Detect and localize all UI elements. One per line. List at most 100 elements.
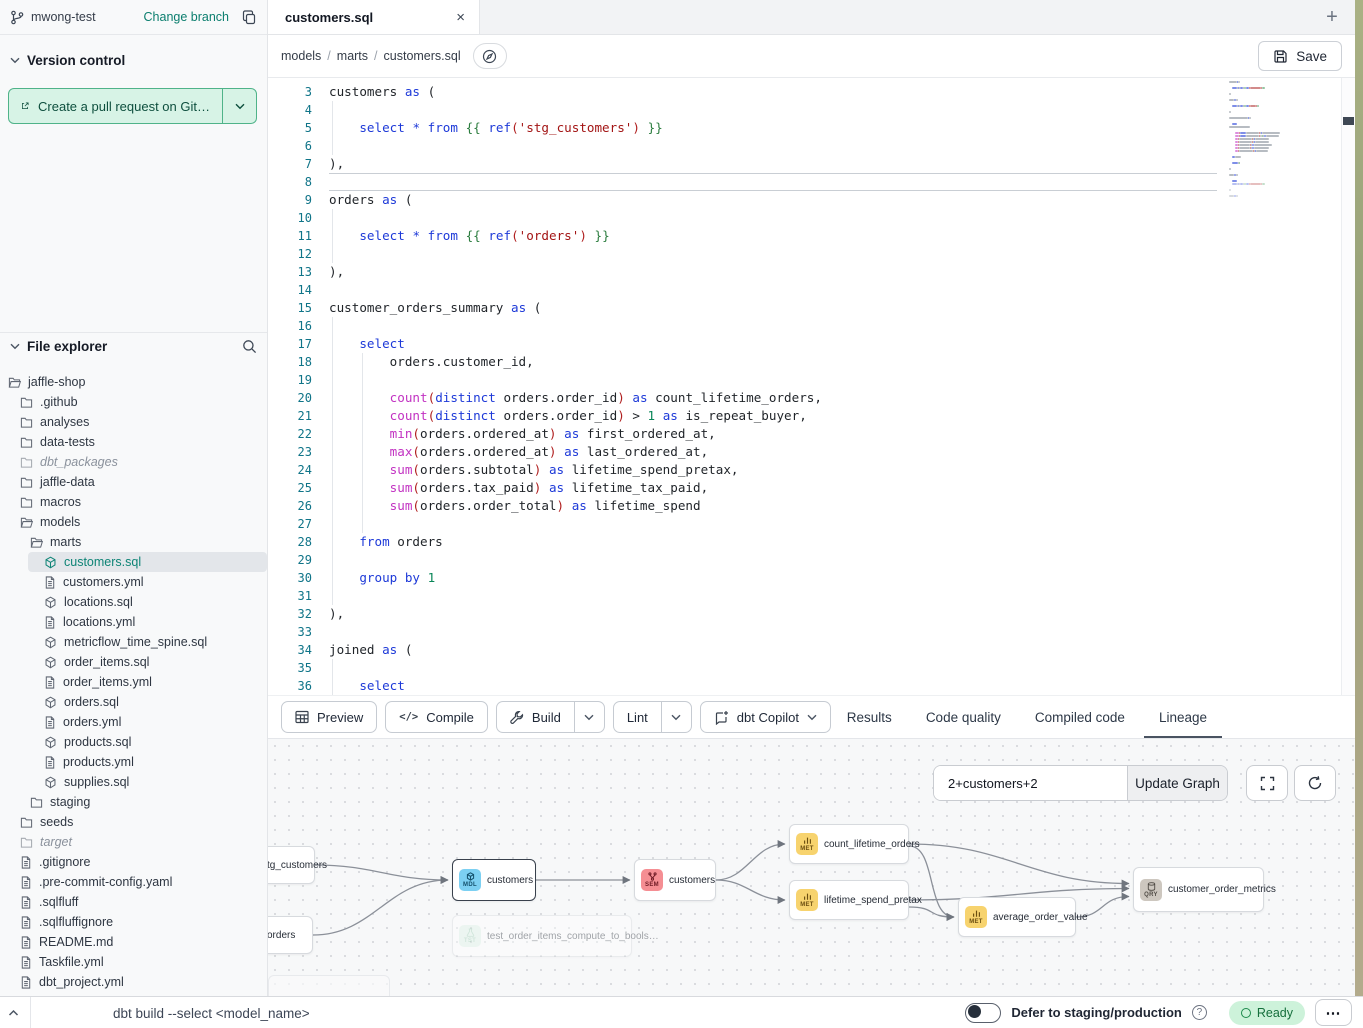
- fullscreen-button[interactable]: [1246, 765, 1288, 801]
- update-graph-button[interactable]: Update Graph: [1127, 766, 1227, 800]
- code-line-21[interactable]: 21 count(distinct orders.order_id) > 1 a…: [268, 407, 1355, 425]
- lineage-node-average_order_value[interactable]: METaverage_order_value: [958, 897, 1076, 937]
- lineage-node-stg_customers[interactable]: MDLstg_customers: [268, 846, 315, 884]
- minimap[interactable]: [1229, 78, 1315, 200]
- code-line-22[interactable]: 22 min(orders.ordered_at) as first_order…: [268, 425, 1355, 443]
- lineage-node-ghost_node[interactable]: [268, 975, 390, 996]
- refresh-button[interactable]: [1294, 765, 1336, 801]
- search-icon[interactable]: [242, 339, 257, 354]
- code-line-24[interactable]: 24 sum(orders.subtotal) as lifetime_spen…: [268, 461, 1355, 479]
- tab-compiled-code[interactable]: Compiled code: [1035, 696, 1125, 738]
- tab-lineage[interactable]: Lineage: [1159, 696, 1207, 738]
- file-item-jaffle-shop[interactable]: jaffle-shop: [0, 372, 267, 392]
- file-item-order-items-yml[interactable]: order_items.yml: [0, 672, 267, 692]
- file-item-seeds[interactable]: seeds: [0, 812, 267, 832]
- tab-code-quality[interactable]: Code quality: [926, 696, 1001, 738]
- explore-button[interactable]: [473, 43, 507, 69]
- change-branch-link[interactable]: Change branch: [144, 10, 229, 24]
- file-item-analyses[interactable]: analyses: [0, 412, 267, 432]
- code-line-36[interactable]: 36 select: [268, 677, 1355, 695]
- version-control-header[interactable]: Version control: [0, 47, 267, 73]
- file-item-products-sql[interactable]: products.sql: [0, 732, 267, 752]
- file-item-staging[interactable]: staging: [0, 792, 267, 812]
- file-item-models[interactable]: models: [0, 512, 267, 532]
- file-item-order-items-sql[interactable]: order_items.sql: [0, 652, 267, 672]
- code-line-11[interactable]: 11 select * from {{ ref('orders') }}: [268, 227, 1355, 245]
- file-item-macros[interactable]: macros: [0, 492, 267, 512]
- chevron-up-icon[interactable]: [8, 997, 19, 1028]
- file-item--sqlfluff[interactable]: .sqlfluff: [0, 892, 267, 912]
- code-line-30[interactable]: 30 group by 1: [268, 569, 1355, 587]
- code-line-25[interactable]: 25 sum(orders.tax_paid) as lifetime_tax_…: [268, 479, 1355, 497]
- new-tab-button[interactable]: +: [1309, 0, 1355, 34]
- code-editor[interactable]: 23customers as (45 select * from {{ ref(…: [268, 78, 1355, 695]
- code-line-6[interactable]: 6: [268, 137, 1355, 155]
- defer-toggle[interactable]: [965, 1003, 1001, 1023]
- code-line-18[interactable]: 18 orders.customer_id,: [268, 353, 1355, 371]
- lineage-node-customers_mdl[interactable]: MDLcustomers: [452, 859, 536, 901]
- lineage-node-customer_order_metrics[interactable]: QRYcustomer_order_metrics: [1133, 867, 1264, 912]
- code-line-19[interactable]: 19: [268, 371, 1355, 389]
- file-item-readme-md[interactable]: README.md: [0, 932, 267, 952]
- build-dropdown[interactable]: [574, 702, 604, 732]
- file-item-locations-sql[interactable]: locations.sql: [0, 592, 267, 612]
- file-item--sqlfluffignore[interactable]: .sqlfluffignore: [0, 912, 267, 932]
- file-item-dbt-packages[interactable]: dbt_packages: [0, 452, 267, 472]
- file-item--github[interactable]: .github: [0, 392, 267, 412]
- file-item-jaffle-data[interactable]: jaffle-data: [0, 472, 267, 492]
- code-line-14[interactable]: 14: [268, 281, 1355, 299]
- code-line-3[interactable]: 3customers as (: [268, 83, 1355, 101]
- dbt-command-input[interactable]: [113, 997, 673, 1028]
- compile-button[interactable]: </> Compile: [385, 701, 488, 733]
- file-item-data-tests[interactable]: data-tests: [0, 432, 267, 452]
- code-line-31[interactable]: 31: [268, 587, 1355, 605]
- file-item-marts[interactable]: marts: [0, 532, 267, 552]
- code-line-29[interactable]: 29: [268, 551, 1355, 569]
- file-item-products-yml[interactable]: products.yml: [0, 752, 267, 772]
- editor-scrollbar[interactable]: [1341, 78, 1355, 695]
- file-item--pre-commit-config-yaml[interactable]: .pre-commit-config.yaml: [0, 872, 267, 892]
- code-line-20[interactable]: 20 count(distinct orders.order_id) as co…: [268, 389, 1355, 407]
- file-explorer-header[interactable]: File explorer: [0, 332, 267, 360]
- file-item-target[interactable]: target: [0, 832, 267, 852]
- code-line-7[interactable]: 7),: [268, 155, 1355, 173]
- file-item-orders-sql[interactable]: orders.sql: [0, 692, 267, 712]
- file-item-customers-yml[interactable]: customers.yml: [0, 572, 267, 592]
- code-line-13[interactable]: 13),: [268, 263, 1355, 281]
- build-button[interactable]: Build: [497, 702, 574, 732]
- code-line-17[interactable]: 17 select: [268, 335, 1355, 353]
- file-item-orders-yml[interactable]: orders.yml: [0, 712, 267, 732]
- lineage-selector-input[interactable]: [934, 766, 1127, 800]
- close-icon[interactable]: ×: [456, 10, 465, 25]
- file-item-customers-sql[interactable]: customers.sql: [28, 552, 267, 572]
- code-line-12[interactable]: 12: [268, 245, 1355, 263]
- lint-button[interactable]: Lint: [614, 702, 661, 732]
- code-line-10[interactable]: 10: [268, 209, 1355, 227]
- lineage-node-customers_sem[interactable]: SEMcustomers: [634, 859, 716, 901]
- dbt-copilot-button[interactable]: dbt Copilot: [700, 701, 831, 733]
- code-line-9[interactable]: 9orders as (: [268, 191, 1355, 209]
- code-line-33[interactable]: 33: [268, 623, 1355, 641]
- file-item-dbt-project-yml[interactable]: dbt_project.yml: [0, 972, 267, 992]
- code-line-4[interactable]: 4: [268, 101, 1355, 119]
- more-options-button[interactable]: ⋯: [1315, 999, 1352, 1026]
- lineage-node-orders_src[interactable]: MDLorders: [268, 916, 313, 954]
- code-line-35[interactable]: 35: [268, 659, 1355, 677]
- file-item-locations-yml[interactable]: locations.yml: [0, 612, 267, 632]
- code-line-28[interactable]: 28 from orders: [268, 533, 1355, 551]
- code-line-5[interactable]: 5 select * from {{ ref('stg_customers') …: [268, 119, 1355, 137]
- create-pr-button[interactable]: Create a pull request on Git…: [9, 89, 222, 123]
- code-line-16[interactable]: 16: [268, 317, 1355, 335]
- tab-customers-sql[interactable]: customers.sql ×: [268, 0, 480, 34]
- lineage-node-lifetime_spend_pretax[interactable]: METlifetime_spend_pretax: [789, 880, 909, 920]
- code-line-32[interactable]: 32),: [268, 605, 1355, 623]
- code-line-15[interactable]: 15customer_orders_summary as (: [268, 299, 1355, 317]
- copy-icon[interactable]: [242, 10, 257, 25]
- scrollbar-thumb[interactable]: [1343, 117, 1354, 125]
- code-line-27[interactable]: 27: [268, 515, 1355, 533]
- file-item-supplies-sql[interactable]: supplies.sql: [0, 772, 267, 792]
- tab-results[interactable]: Results: [847, 696, 892, 738]
- file-item-taskfile-yml[interactable]: Taskfile.yml: [0, 952, 267, 972]
- help-icon[interactable]: ?: [1192, 1005, 1207, 1020]
- lineage-node-test_node[interactable]: TSTtest_order_items_compute_to_bools…: [452, 915, 632, 957]
